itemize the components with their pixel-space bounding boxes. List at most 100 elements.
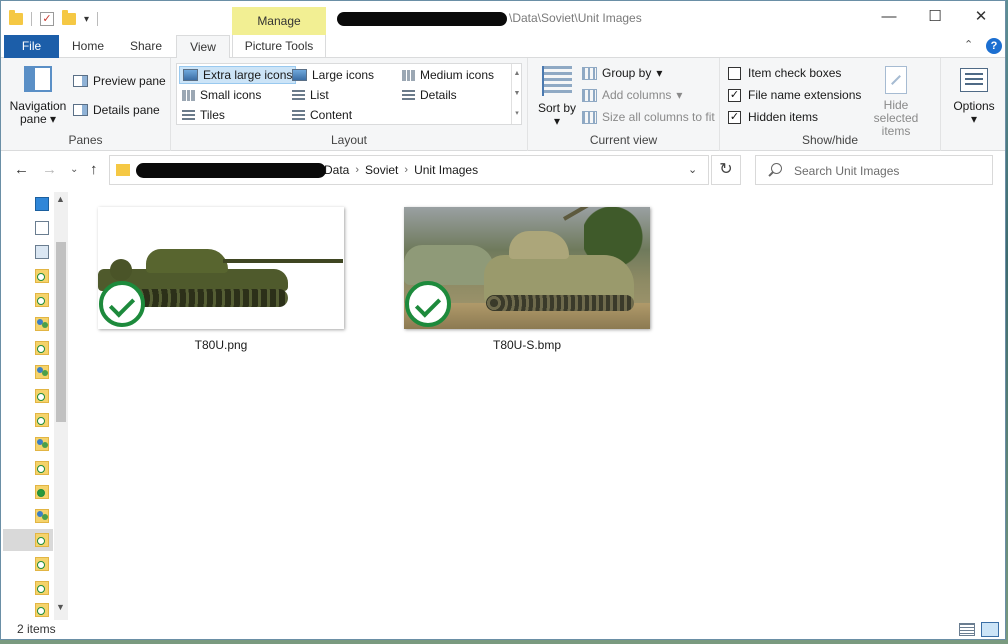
help-icon[interactable]: ? [986, 38, 1002, 54]
address-history-chevron-down-icon[interactable]: ⌄ [688, 163, 697, 176]
scroll-up-icon[interactable]: ▲ [512, 64, 522, 84]
item-check-boxes-checkbox[interactable]: Item check boxes [728, 64, 841, 82]
folder-selected-icon[interactable] [35, 533, 49, 547]
layout-medium-icons[interactable]: Medium icons [399, 66, 497, 84]
details-view-icon[interactable] [959, 623, 975, 636]
customize-toolbar-chevron-down-icon[interactable]: ▾ [84, 14, 89, 25]
layout-details[interactable]: Details [399, 86, 460, 104]
synced-check-icon [99, 281, 145, 327]
sort-by-button[interactable]: Sort by ▾ [538, 66, 576, 128]
layout-list[interactable]: List [289, 86, 332, 104]
breadcrumb-chevron-icon[interactable]: › [355, 164, 359, 176]
tab-file[interactable]: File [4, 35, 59, 58]
maximize-button[interactable]: ☐ [912, 1, 958, 33]
tab-home[interactable]: Home [63, 35, 113, 58]
back-arrow-icon[interactable]: ← [14, 161, 29, 178]
folder-icon[interactable] [35, 389, 49, 403]
size-all-columns-label: Size all columns to fit [602, 110, 715, 124]
layout-large-icons[interactable]: Large icons [289, 66, 377, 84]
panes-group: Navigation pane ▾ Preview pane Details p… [1, 58, 171, 151]
breadcrumb-unit-images[interactable]: Unit Images [414, 163, 478, 177]
window-title: \Data\Soviet\Unit Images [509, 11, 642, 25]
address-bar[interactable]: Data › Soviet › Unit Images ⌄ [109, 155, 709, 185]
file-name[interactable]: T80U.png [98, 338, 344, 352]
navigation-scrollbar[interactable]: ▲ ▼ [54, 192, 68, 620]
checkbox-unchecked[interactable] [728, 66, 741, 80]
refresh-button[interactable]: ↻ [711, 155, 741, 185]
layout-gallery-scroll[interactable]: ▲ ▼ ▾ [511, 64, 522, 124]
scroll-up-chevron-icon[interactable]: ▲ [56, 194, 65, 204]
recent-locations-chevron-down-icon[interactable]: ⌄ [70, 164, 78, 175]
options-group: Options ▾ [941, 58, 1005, 151]
layout-extra-large-icons[interactable]: Extra large icons [179, 66, 297, 84]
shared-folder-icon[interactable] [35, 365, 49, 379]
ribbon-tabs: File Home Share View Picture Tools ⌃ ? [1, 35, 1005, 59]
checkbox-checked[interactable]: ✓ [728, 110, 741, 124]
file-item[interactable]: T80U.png [73, 194, 344, 352]
scroll-down-chevron-icon[interactable]: ▼ [56, 602, 65, 612]
tab-share[interactable]: Share [121, 35, 171, 58]
group-label-show-hide: Show/hide [801, 133, 859, 147]
folder-synced-icon[interactable] [35, 413, 49, 427]
breadcrumb-chevron-icon[interactable]: › [404, 164, 408, 176]
document-icon[interactable] [35, 221, 49, 235]
large-icons-view-icon[interactable] [981, 622, 999, 637]
file-name-extensions-checkbox[interactable]: ✓ File name extensions [728, 86, 861, 104]
tab-view[interactable]: View [176, 35, 230, 59]
search-input[interactable] [794, 162, 984, 179]
file-list: T80U.png T80U-S.bmp [71, 192, 1005, 620]
breadcrumb-soviet[interactable]: Soviet [365, 163, 398, 177]
group-by-label: Group by [602, 66, 652, 80]
sort-icon [542, 66, 572, 96]
folder-synced-icon[interactable] [35, 269, 49, 283]
preview-pane-button[interactable]: Preview pane [73, 72, 166, 90]
pictures-icon[interactable] [35, 245, 49, 259]
search-box[interactable] [755, 155, 993, 185]
tab-picture-tools[interactable]: Picture Tools [232, 35, 326, 58]
shared-folder-icon[interactable] [35, 437, 49, 451]
shared-folder-icon[interactable] [35, 509, 49, 523]
group-label-current-view: Current view [589, 133, 658, 147]
add-columns-button[interactable]: Add columns ▾ [582, 86, 682, 104]
folder-synced-icon[interactable] [35, 461, 49, 475]
shared-folder-icon[interactable] [35, 317, 49, 331]
options-button[interactable]: Options ▾ [947, 66, 1001, 126]
checkbox-checked[interactable]: ✓ [728, 88, 741, 102]
hide-selected-items-button[interactable]: Hide selected items [860, 66, 932, 138]
minimize-ribbon-chevron-up-icon[interactable]: ⌃ [964, 38, 973, 51]
folder-synced-icon[interactable] [35, 485, 49, 499]
file-item[interactable]: T80U-S.bmp [379, 194, 650, 352]
scroll-down-icon[interactable]: ▼ [512, 84, 522, 104]
file-name[interactable]: T80U-S.bmp [404, 338, 650, 352]
close-button[interactable]: ✕ [958, 1, 1004, 33]
details-pane-button[interactable]: Details pane [73, 101, 160, 119]
new-folder-icon[interactable] [62, 10, 76, 25]
layout-small-icons[interactable]: Small icons [179, 86, 264, 104]
quick-access-toolbar: ✓ ▾ [9, 9, 99, 29]
breadcrumb-data[interactable]: Data [324, 163, 349, 177]
breadcrumb: Data › Soviet › Unit Images [324, 163, 478, 177]
folder-synced-icon[interactable] [35, 603, 49, 617]
minimize-button[interactable]: — [866, 1, 912, 33]
layout-content[interactable]: Content [289, 106, 355, 124]
more-options-icon[interactable]: ▾ [512, 104, 522, 124]
manage-tab-header[interactable]: Manage [232, 7, 326, 35]
folder-synced-icon[interactable] [35, 581, 49, 595]
folder-synced-icon[interactable] [35, 341, 49, 355]
layout-tiles[interactable]: Tiles [179, 106, 228, 124]
navigation-pane-button[interactable]: Navigation pane ▾ [7, 66, 69, 126]
up-arrow-icon[interactable]: ↑ [90, 161, 98, 178]
group-by-button[interactable]: Group by ▾ [582, 64, 662, 82]
folder-synced-icon[interactable] [35, 557, 49, 571]
hidden-items-checkbox[interactable]: ✓ Hidden items [728, 108, 818, 126]
content-icon [292, 109, 305, 121]
redacted-path [337, 12, 507, 26]
forward-arrow-icon[interactable]: → [42, 161, 57, 178]
scrollbar-thumb[interactable] [56, 242, 66, 422]
group-by-icon [582, 66, 597, 80]
size-all-columns-button[interactable]: Size all columns to fit [582, 108, 715, 126]
desktop-icon[interactable] [35, 197, 49, 211]
properties-icon[interactable]: ✓ [40, 12, 54, 26]
item-check-boxes-label: Item check boxes [748, 66, 842, 80]
folder-synced-icon[interactable] [35, 293, 49, 307]
